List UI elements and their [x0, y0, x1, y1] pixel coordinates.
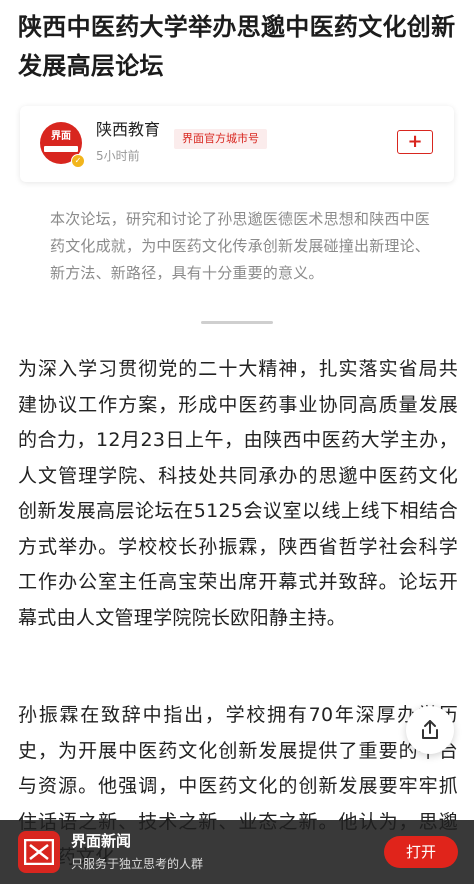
verified-badge-icon: ✓ [71, 154, 85, 168]
jiemian-logo-icon [18, 831, 60, 873]
author-tag: 界面官方城市号 [174, 129, 267, 149]
author-card[interactable]: 界面 ✓ 陕西教育 5小时前 界面官方城市号 + [20, 106, 454, 182]
article-title: 陕西中医药大学举办思邈中医药文化创新发展高层论坛 [18, 13, 456, 80]
app-name: 界面新闻 [71, 832, 132, 850]
publish-time: 5小时前 [96, 149, 140, 163]
share-button[interactable] [406, 706, 454, 754]
app-slogan: 只服务于独立思考的人群 [71, 857, 204, 871]
follow-button[interactable]: + [397, 130, 433, 154]
open-app-button[interactable]: 打开 [384, 836, 458, 868]
avatar-logo-stripe [44, 146, 78, 152]
author-name[interactable]: 陕西教育 [96, 120, 160, 140]
avatar-logo-text: 界面 [51, 131, 71, 142]
summary-divider [201, 321, 273, 324]
app-download-banner[interactable]: 界面新闻 只服务于独立思考的人群 打开 [0, 820, 474, 884]
article-page: 陕西中医药大学举办思邈中医药文化创新发展高层论坛 界面 ✓ 陕西教育 5小时前 … [0, 0, 474, 884]
share-icon [422, 720, 438, 739]
article-paragraph: 为深入学习贯彻党的二十大精神，扎实落实省局共建协议工作方案，形成中医药事业协同高… [18, 358, 458, 629]
article-summary: 本次论坛，研究和讨论了孙思邈医德医术思想和陕西中医药文化成就，为中医药文化传承创… [50, 210, 431, 282]
